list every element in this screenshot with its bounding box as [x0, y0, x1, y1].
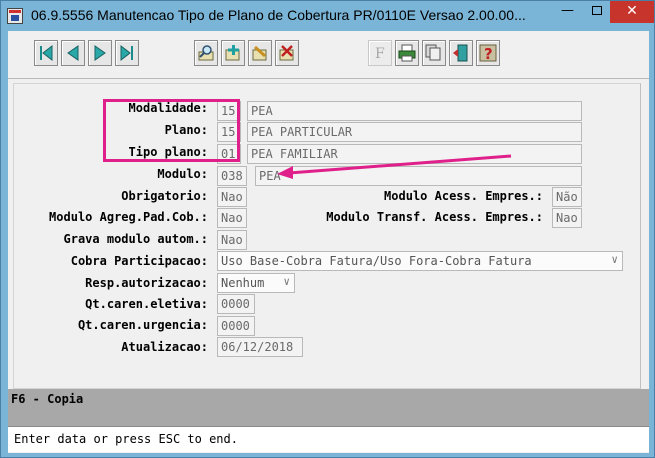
grava-modulo-field[interactable]: Nao	[217, 230, 247, 250]
qt-caren-eletiva-field[interactable]: 0000	[217, 294, 255, 314]
help-button[interactable]: ?	[476, 40, 500, 66]
help-icon: ?	[479, 44, 497, 62]
exit-door-icon	[453, 44, 468, 62]
exit-button[interactable]	[449, 40, 473, 66]
minimize-button[interactable]: —	[554, 1, 581, 23]
modulo-transf-field[interactable]: Nao	[552, 208, 582, 228]
copy-icon	[425, 44, 441, 61]
message-text: Enter data or press ESC to end.	[14, 432, 238, 446]
magnifier-icon	[198, 45, 214, 61]
toolbar: F ?	[8, 31, 649, 79]
modulo-code-field[interactable]: 038	[217, 166, 247, 186]
copy-button[interactable]	[422, 40, 446, 66]
chevron-down-icon: ∨	[611, 253, 618, 266]
maximize-button[interactable]	[583, 1, 610, 23]
svg-text:?: ?	[484, 45, 493, 62]
obrigatorio-label: Obrigatorio:	[121, 189, 208, 203]
next-record-button[interactable]	[88, 40, 112, 66]
resp-autorizacao-select[interactable]: Nenhum ∨	[217, 273, 295, 293]
filter-button[interactable]: F	[368, 40, 392, 66]
annotation-arrow	[277, 154, 512, 179]
resp-autorizacao-value: Nenhum	[221, 276, 265, 290]
delete-button[interactable]	[275, 40, 299, 66]
obrigatorio-field[interactable]: Nao	[217, 187, 247, 207]
modulo-label: Modulo:	[157, 167, 208, 181]
grava-modulo-label: Grava modulo autom.:	[63, 232, 209, 246]
window-title: 06.9.5556 Manutencao Tipo de Plano de Co…	[31, 7, 526, 23]
app-window: 06.9.5556 Manutencao Tipo de Plano de Co…	[0, 0, 655, 458]
first-record-button[interactable]	[34, 40, 58, 66]
last-record-icon	[120, 44, 133, 62]
modulo-acess-empres-label: Modulo Acess. Empres.:	[384, 189, 543, 203]
filter-icon: F	[375, 46, 385, 62]
function-key-bar: F6 - Copia	[8, 389, 649, 426]
cobra-participacao-value: Uso Base-Cobra Fatura/Uso Fora-Cobra Fat…	[221, 254, 532, 268]
qt-caren-urgencia-label: Qt.caren.urgencia:	[77, 318, 208, 332]
edit-button[interactable]	[248, 40, 272, 66]
delete-icon	[279, 45, 294, 61]
previous-record-icon	[67, 45, 79, 61]
add-icon	[225, 45, 240, 61]
search-button[interactable]	[194, 40, 218, 66]
add-button[interactable]	[221, 40, 245, 66]
message-bar: Enter data or press ESC to end.	[8, 426, 649, 452]
qt-caren-eletiva-label: Qt.caren.eletiva:	[85, 297, 208, 311]
qt-caren-urgencia-field[interactable]: 0000	[217, 316, 255, 336]
title-bar[interactable]: 06.9.5556 Manutencao Tipo de Plano de Co…	[1, 1, 654, 31]
modalidade-desc-field[interactable]: PEA	[247, 101, 582, 121]
modulo-agreg-field[interactable]: Nao	[217, 208, 247, 228]
print-button[interactable]	[395, 40, 419, 66]
next-record-icon	[94, 45, 106, 61]
last-record-button[interactable]	[115, 40, 139, 66]
close-button[interactable]: ✕	[610, 1, 654, 23]
previous-record-button[interactable]	[61, 40, 85, 66]
cobra-participacao-label: Cobra Participacao:	[70, 254, 208, 268]
function-key-hint: F6 - Copia	[11, 392, 84, 406]
edit-icon	[252, 45, 267, 61]
resp-autorizacao-label: Resp.autorizacao:	[85, 276, 208, 290]
atualizacao-field[interactable]: 06/12/2018	[217, 337, 303, 357]
modulo-transf-label: Modulo Transf. Acess. Empres.:	[326, 210, 543, 224]
modulo-agreg-label: Modulo Agreg.Pad.Cob.:	[49, 210, 208, 224]
printer-icon	[398, 44, 416, 62]
cobra-participacao-select[interactable]: Uso Base-Cobra Fatura/Uso Fora-Cobra Fat…	[217, 251, 623, 271]
annotation-highlight-box	[103, 99, 240, 162]
atualizacao-label: Atualizacao:	[121, 340, 208, 354]
chevron-down-icon: ∨	[283, 275, 290, 288]
app-icon	[7, 8, 23, 24]
maximize-icon	[591, 6, 602, 15]
plano-desc-field[interactable]: PEA PARTICULAR	[247, 122, 582, 142]
first-record-icon	[40, 44, 53, 62]
modulo-acess-empres-field[interactable]: Não	[552, 187, 582, 207]
svg-text:F: F	[375, 46, 385, 62]
